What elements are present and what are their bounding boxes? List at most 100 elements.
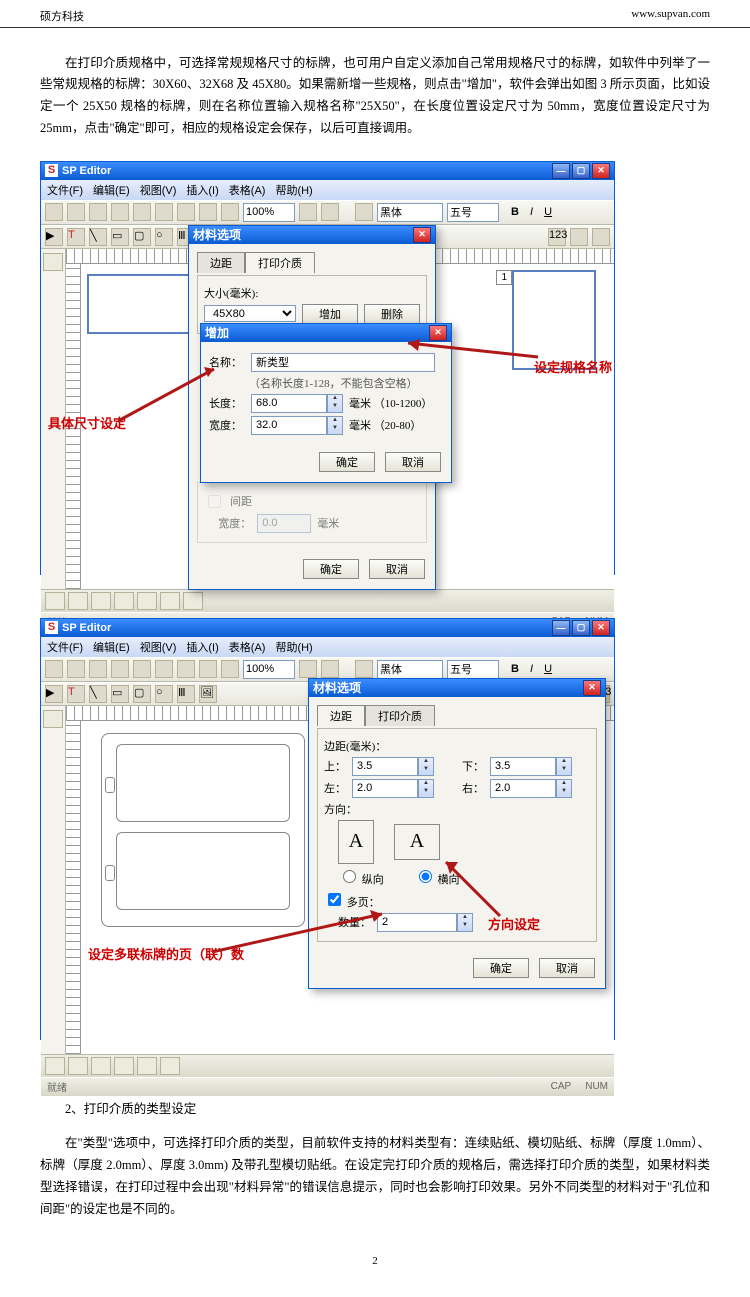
menu-help[interactable]: 帮助(H) [275, 182, 312, 198]
open-icon[interactable] [67, 203, 85, 221]
text-icon[interactable]: T [67, 685, 85, 703]
cancel-button[interactable]: 取消 [539, 958, 595, 978]
align-icon[interactable] [114, 1057, 134, 1075]
align-icon[interactable] [68, 1057, 88, 1075]
underline-button[interactable]: U [544, 663, 552, 675]
text-icon[interactable]: T [67, 228, 85, 246]
menu-bar[interactable]: 文件(F) 编辑(E) 视图(V) 插入(I) 表格(A) 帮助(H) [41, 180, 614, 200]
portrait-icon[interactable]: A [338, 820, 374, 864]
menu-view[interactable]: 视图(V) [140, 182, 177, 198]
ok-button[interactable]: 确定 [303, 559, 359, 579]
new-icon[interactable] [45, 203, 63, 221]
maximize-button[interactable]: ▢ [572, 620, 590, 636]
undo-icon[interactable] [199, 203, 217, 221]
align-icon[interactable] [355, 660, 373, 678]
menu-bar[interactable]: 文件(F) 编辑(E) 视图(V) 插入(I) 表格(A) 帮助(H) [41, 637, 614, 657]
portrait-radio[interactable]: 纵向 [338, 867, 384, 887]
font-combo[interactable] [377, 660, 443, 679]
menu-help[interactable]: 帮助(H) [275, 639, 312, 655]
align-icon[interactable] [45, 592, 65, 610]
zoom-combo[interactable] [243, 203, 295, 222]
close-button[interactable]: ✕ [592, 163, 610, 179]
align-icon[interactable] [91, 592, 111, 610]
landscape-icon[interactable]: A [394, 824, 440, 860]
fontsize-combo[interactable] [447, 660, 499, 679]
zoom-combo[interactable] [243, 660, 295, 679]
cancel-button[interactable]: 取消 [369, 559, 425, 579]
align-icon[interactable] [160, 1057, 180, 1075]
tab-margin[interactable]: 边距 [317, 705, 365, 726]
menu-table[interactable]: 表格(A) [229, 182, 266, 198]
align-icon[interactable]: 123 [548, 228, 566, 246]
cancel-button[interactable]: 取消 [385, 452, 441, 472]
cut-icon[interactable] [133, 203, 151, 221]
spinner-icon[interactable]: ▲▼ [556, 779, 572, 798]
minimize-button[interactable]: — [552, 163, 570, 179]
close-icon[interactable]: ✕ [429, 325, 447, 341]
pointer-icon[interactable]: ▶ [45, 685, 63, 703]
close-button[interactable]: ✕ [592, 620, 610, 636]
zoomfit-icon[interactable] [299, 203, 317, 221]
close-icon[interactable]: ✕ [583, 680, 601, 696]
menu-edit[interactable]: 编辑(E) [93, 182, 130, 198]
right-input[interactable] [490, 779, 556, 798]
print-icon[interactable] [111, 660, 129, 678]
rect-icon[interactable]: ▭ [111, 228, 129, 246]
spinner-icon[interactable]: ▲▼ [418, 757, 434, 776]
menu-insert[interactable]: 插入(I) [186, 639, 218, 655]
ellipse-icon[interactable]: ○ [155, 685, 173, 703]
font-combo[interactable] [377, 203, 443, 222]
align-icon[interactable] [68, 592, 88, 610]
spinner-icon[interactable]: ▲▼ [327, 394, 343, 413]
help-icon[interactable] [321, 660, 339, 678]
paste-icon[interactable] [177, 660, 195, 678]
rect-icon[interactable]: ▭ [111, 685, 129, 703]
ok-button[interactable]: 确定 [319, 452, 375, 472]
menu-view[interactable]: 视图(V) [140, 639, 177, 655]
open-icon[interactable] [67, 660, 85, 678]
spinner-icon[interactable]: ▲▼ [418, 779, 434, 798]
roundrect-icon[interactable]: ▢ [133, 228, 151, 246]
align-icon[interactable] [570, 228, 588, 246]
align-icon[interactable] [160, 592, 180, 610]
redo-icon[interactable] [221, 660, 239, 678]
minimize-button[interactable]: — [552, 620, 570, 636]
redo-icon[interactable] [221, 203, 239, 221]
left-input[interactable] [352, 779, 418, 798]
tab-print-media[interactable]: 打印介质 [245, 252, 315, 273]
tool-icon[interactable] [43, 710, 63, 728]
line-icon[interactable]: ╲ [89, 685, 107, 703]
delete-button[interactable]: 删除 [364, 304, 420, 324]
print-icon[interactable] [111, 203, 129, 221]
menu-file[interactable]: 文件(F) [47, 182, 83, 198]
align-icon[interactable] [137, 1057, 157, 1075]
menu-table[interactable]: 表格(A) [229, 639, 266, 655]
menu-edit[interactable]: 编辑(E) [93, 639, 130, 655]
align-icon[interactable] [137, 592, 157, 610]
align-icon[interactable] [355, 203, 373, 221]
align-icon[interactable] [91, 1057, 111, 1075]
help-icon[interactable] [321, 203, 339, 221]
spinner-icon[interactable]: ▲▼ [327, 416, 343, 435]
spinner-icon[interactable]: ▲▼ [457, 913, 473, 932]
align-icon[interactable] [592, 228, 610, 246]
save-icon[interactable] [89, 660, 107, 678]
italic-button[interactable]: I [530, 663, 533, 675]
tab-margin[interactable]: 边距 [197, 252, 245, 273]
pointer-icon[interactable]: ▶ [45, 228, 63, 246]
bold-button[interactable]: B [511, 206, 519, 218]
add-button[interactable]: 增加 [302, 304, 358, 324]
tool-icon[interactable] [43, 253, 63, 271]
align-icon[interactable] [114, 592, 134, 610]
spinner-icon[interactable]: ▲▼ [556, 757, 572, 776]
undo-icon[interactable] [199, 660, 217, 678]
copy-icon[interactable] [155, 203, 173, 221]
zoomfit-icon[interactable] [299, 660, 317, 678]
multipage-checkbox[interactable]: 多页： [324, 890, 380, 910]
image-icon[interactable]: 🖼 [199, 685, 217, 703]
roundrect-icon[interactable]: ▢ [133, 685, 151, 703]
fontsize-combo[interactable] [447, 203, 499, 222]
size-select[interactable]: 45X80 [204, 305, 296, 322]
bold-button[interactable]: B [511, 663, 519, 675]
name-input[interactable] [251, 353, 435, 372]
